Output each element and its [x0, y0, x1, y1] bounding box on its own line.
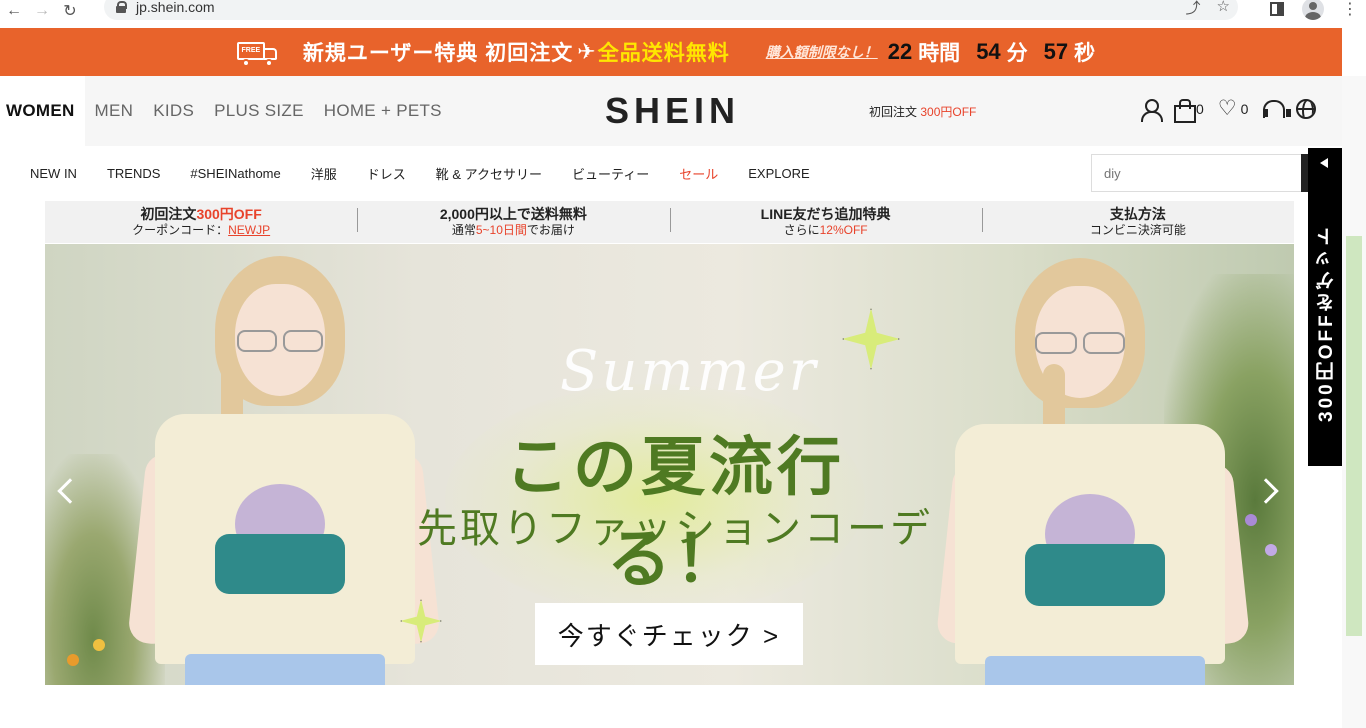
benefit-free-shipping[interactable]: 2,000円以上で送料無料 通常5~10日間でお届け — [357, 206, 669, 238]
benefit-sub: クーポンコード： — [132, 223, 229, 237]
tab-women[interactable]: WOMEN — [0, 76, 85, 146]
flower-decoration — [1265, 544, 1277, 556]
countdown-hours-unit: 時間 — [918, 42, 961, 65]
free-shipping-truck-icon: FREE — [236, 36, 279, 68]
profile-avatar[interactable] — [1302, 0, 1324, 20]
wishlist-button[interactable]: ♡ 0 — [1217, 97, 1249, 120]
benefit-highlight: 12%OFF — [819, 223, 868, 237]
cart-count: 0 — [1196, 101, 1204, 117]
benefit-sub-end: でお届け — [526, 223, 575, 237]
benefit-label: 2,000円以上で送料無料 — [439, 206, 587, 222]
shop-now-button[interactable]: 今すぐチェック > — [535, 603, 803, 665]
heart-icon: ♡ — [1217, 97, 1237, 120]
benefit-label: 支払方法 — [1109, 206, 1166, 222]
benefit-sub: さらに — [783, 223, 820, 237]
site-logo[interactable]: SHEIN — [605, 90, 740, 132]
benefit-sub: コンビニ決済可能 — [1089, 223, 1186, 237]
promo-free-shipping-text: 全品送料無料 — [597, 42, 730, 65]
nav-new-in[interactable]: NEW IN — [30, 166, 77, 181]
lock-icon — [116, 1, 127, 13]
benefit-highlight: 300円OFF — [196, 206, 262, 222]
nav-trends[interactable]: TRENDS — [107, 166, 160, 181]
side-panel-icon[interactable] — [1270, 2, 1284, 16]
globe-icon — [1296, 99, 1317, 119]
countdown-seconds-unit: 秒 — [1074, 42, 1096, 65]
countdown-hours: 22 — [887, 39, 913, 64]
sparkle-icon — [842, 308, 900, 370]
benefit-first-order[interactable]: 初回注文300円OFF クーポンコード：NEWJP — [45, 206, 357, 238]
star-icon[interactable]: ☆ — [1217, 0, 1230, 18]
tab-home-pets[interactable]: HOME + PETS — [314, 76, 452, 146]
nav-sale[interactable]: セール — [679, 164, 718, 183]
coupon-code: NEWJP — [228, 223, 271, 237]
wishlist-count: 0 — [1240, 101, 1249, 117]
back-icon[interactable]: ← — [0, 1, 28, 21]
benefit-label: LINE友だち追加特典 — [760, 206, 891, 222]
first-order-value: 300円OFF — [920, 105, 977, 119]
collapse-arrow-icon — [1320, 158, 1328, 168]
coupon-side-tab[interactable]: 300円OFFをゲット — [1308, 148, 1342, 466]
page-scrollbar[interactable] — [1342, 76, 1366, 728]
tab-kids[interactable]: KIDS — [143, 76, 204, 146]
benefit-payment[interactable]: 支払方法 コンビニ決済可能 — [981, 206, 1294, 238]
forward-icon[interactable]: → — [28, 1, 56, 21]
model-right — [925, 244, 1255, 685]
benefit-label: 初回注文 — [140, 206, 197, 222]
nav-beauty[interactable]: ビューティー — [572, 164, 649, 183]
site-header: WOMEN MEN KIDS PLUS SIZE HOME + PETS SHE… — [0, 76, 1342, 146]
language-button[interactable] — [1296, 99, 1317, 119]
promo-bar[interactable]: FREE 新規ユーザー特典 初回注文 ✈ 全品送料無料 購入額制限なし！ 22 … — [0, 28, 1342, 76]
nav-dresses[interactable]: ドレス — [367, 164, 406, 183]
hero-banner[interactable]: Summer この夏流行る！ 先取りファッションコーデ 今すぐチェック > — [45, 244, 1294, 685]
nav-shein-at-home[interactable]: #SHEINathome — [190, 166, 280, 181]
plane-icon: ✈ — [577, 39, 596, 64]
category-tabs: WOMEN MEN KIDS PLUS SIZE HOME + PETS — [0, 76, 452, 146]
tab-plus-size[interactable]: PLUS SIZE — [204, 76, 314, 146]
first-order-label: 初回注文 — [869, 105, 918, 119]
scrollbar-thumb[interactable] — [1346, 236, 1362, 636]
menu-icon[interactable]: ⋮ — [1342, 0, 1358, 19]
hero-subheadline: 先取りファッションコーデ — [417, 507, 933, 551]
shopping-bag-icon — [1174, 99, 1196, 123]
share-icon[interactable]: ⤴ — [1186, 0, 1201, 18]
user-icon — [1140, 98, 1163, 122]
countdown-timer: 22 時間 54 分 57 秒 — [882, 37, 1105, 67]
browser-toolbar: ← → ↻ jp.shein.com ⤴ ☆ ⋮ — [0, 0, 1366, 22]
sparkle-icon — [400, 599, 442, 643]
headset-icon — [1262, 99, 1292, 119]
flower-decoration — [93, 639, 105, 651]
flower-decoration — [67, 654, 79, 666]
countdown-minutes: 54 — [976, 39, 1001, 64]
nav-explore[interactable]: EXPLORE — [748, 166, 809, 181]
url-text: jp.shein.com — [136, 0, 215, 15]
benefit-highlight: 5~10日間 — [475, 223, 527, 237]
sub-navigation: NEW IN TRENDS #SHEINathome 洋服 ドレス 靴 & アク… — [0, 146, 1342, 200]
nav-clothing[interactable]: 洋服 — [311, 164, 337, 183]
reload-icon[interactable]: ↻ — [56, 1, 84, 21]
address-bar[interactable]: jp.shein.com ⤴ ☆ — [104, 0, 1238, 20]
promo-limit-text: 購入額制限なし！ — [765, 44, 878, 60]
first-order-offer[interactable]: 初回注文 300円OFF — [869, 103, 976, 120]
support-button[interactable] — [1262, 99, 1292, 119]
benefit-line-friend[interactable]: LINE友だち追加特典 さらに12%OFF — [669, 206, 982, 238]
hero-script-text: Summer — [560, 339, 819, 404]
account-button[interactable] — [1140, 98, 1163, 122]
countdown-seconds: 57 — [1043, 39, 1069, 64]
countdown-minutes-unit: 分 — [1006, 42, 1028, 65]
promo-main-text: 新規ユーザー特典 初回注文 — [302, 42, 574, 65]
truck-label: FREE — [236, 42, 265, 60]
model-left — [125, 244, 445, 685]
tab-men[interactable]: MEN — [85, 76, 144, 146]
cart-button[interactable]: 0 — [1174, 99, 1204, 123]
benefits-bar: 初回注文300円OFF クーポンコード：NEWJP 2,000円以上で送料無料 … — [45, 201, 1294, 243]
nav-shoes-accessories[interactable]: 靴 & アクセサリー — [436, 164, 542, 183]
benefit-sub: 通常 — [451, 223, 476, 237]
coupon-side-text: 300円OFFをゲット — [1316, 224, 1337, 422]
